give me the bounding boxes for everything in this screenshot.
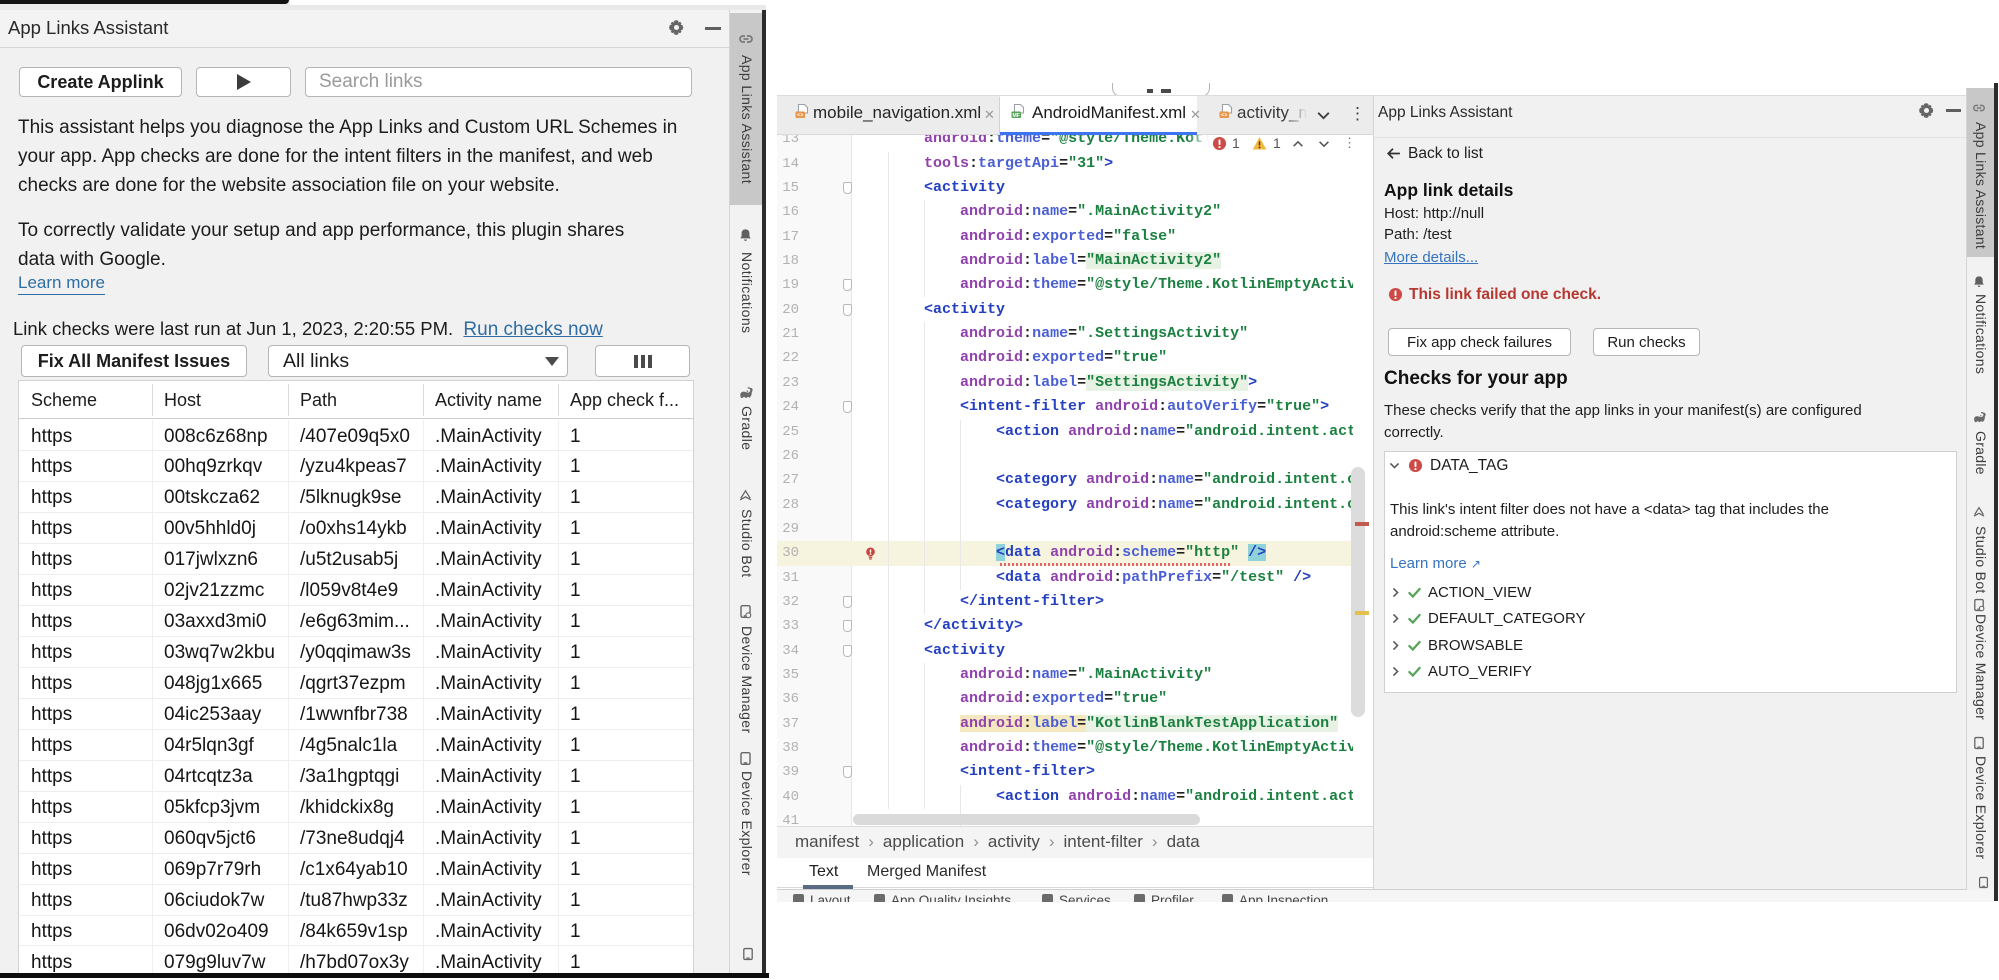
svg-text:MF: MF xyxy=(1012,113,1020,119)
svg-text:<>: <> xyxy=(1221,113,1227,119)
svg-text:<>: <> xyxy=(797,113,803,119)
